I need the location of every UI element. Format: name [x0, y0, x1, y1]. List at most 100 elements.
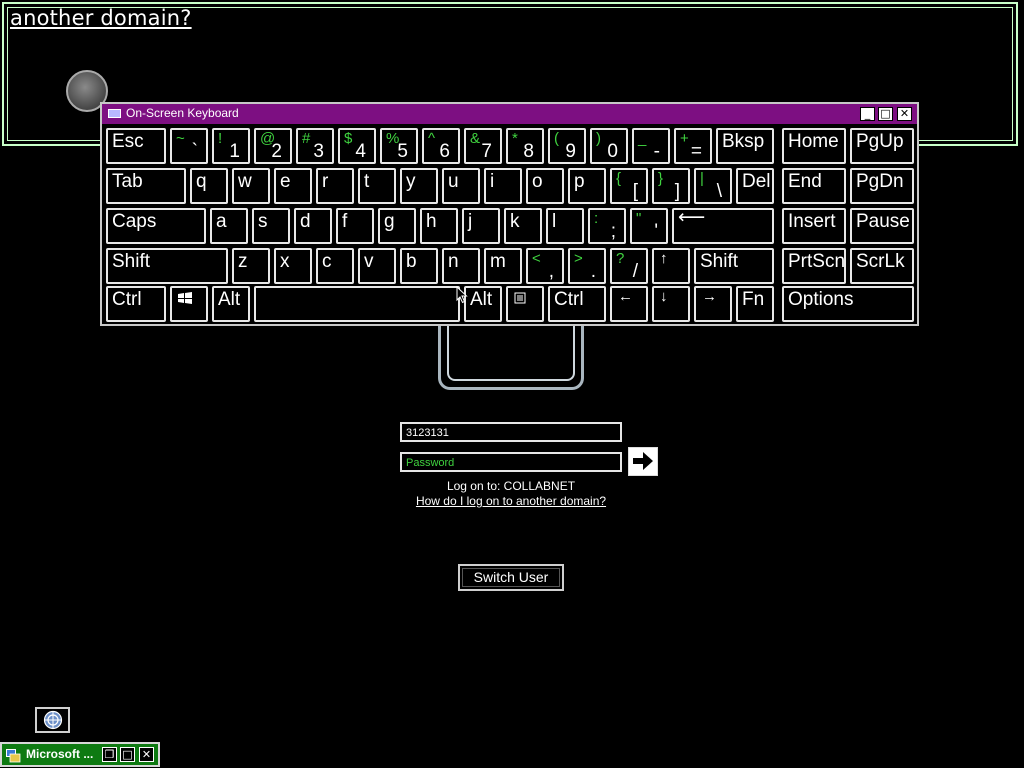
submit-arrow-button[interactable]	[628, 447, 658, 476]
key-7[interactable]: & 7	[464, 128, 502, 164]
key-pgup[interactable]: PgUp	[850, 128, 914, 164]
key-down[interactable]: ↓	[652, 286, 690, 322]
key-0[interactable]: ) 0	[590, 128, 628, 164]
osk-close-button[interactable]: ✕	[897, 107, 912, 121]
key-k[interactable]: k	[504, 208, 542, 244]
key-label: 2	[271, 141, 282, 162]
key-c[interactable]: c	[316, 248, 354, 284]
key-right-bracket[interactable]: }]	[652, 168, 690, 204]
username-field[interactable]: 3123131	[400, 422, 622, 442]
key-esc[interactable]: Esc	[106, 128, 166, 164]
key-alt-right[interactable]: Alt	[464, 286, 502, 322]
key-tab[interactable]: Tab	[106, 168, 186, 204]
key-p[interactable]: p	[568, 168, 606, 204]
key-i[interactable]: i	[484, 168, 522, 204]
key-y[interactable]: y	[400, 168, 438, 204]
key-comma[interactable]: <,	[526, 248, 564, 284]
key-quote[interactable]: " '	[630, 208, 668, 244]
key-pgdn[interactable]: PgDn	[850, 168, 914, 204]
key-9[interactable]: (9	[548, 128, 586, 164]
key-3[interactable]: #3	[296, 128, 334, 164]
key-end[interactable]: End	[782, 168, 846, 204]
key-j[interactable]: j	[462, 208, 500, 244]
key-insert[interactable]: Insert	[782, 208, 846, 244]
key-l[interactable]: l	[546, 208, 584, 244]
taskbar-restore-button[interactable]: ❐	[102, 747, 117, 762]
key-g[interactable]: g	[378, 208, 416, 244]
key-label: a	[216, 211, 227, 232]
key-left-bracket[interactable]: {[	[610, 168, 648, 204]
key-backtick[interactable]: ~ `	[170, 128, 208, 164]
key-pause[interactable]: Pause	[850, 208, 914, 244]
key-n[interactable]: n	[442, 248, 480, 284]
password-field[interactable]: Password	[400, 452, 622, 472]
key-h[interactable]: h	[420, 208, 458, 244]
key-1[interactable]: ! 1	[212, 128, 250, 164]
key-backslash[interactable]: | \	[694, 168, 732, 204]
key-up[interactable]: ↑	[652, 248, 690, 284]
key-u[interactable]: u	[442, 168, 480, 204]
key-4[interactable]: $4	[338, 128, 376, 164]
key-fn[interactable]: Fn	[736, 286, 774, 322]
key-enter[interactable]: ⟵	[672, 208, 774, 244]
key-label: Caps	[112, 211, 157, 232]
key-prtscn[interactable]: PrtScn	[782, 248, 846, 284]
key-o[interactable]: o	[526, 168, 564, 204]
key-8[interactable]: * 8	[506, 128, 544, 164]
key-caps[interactable]: Caps	[106, 208, 206, 244]
taskbar-close-button[interactable]: ✕	[139, 747, 154, 762]
key-equals[interactable]: + =	[674, 128, 712, 164]
key-5[interactable]: % 5	[380, 128, 418, 164]
taskbar-maximize-button[interactable]: □	[120, 747, 135, 762]
key-a[interactable]: a	[210, 208, 248, 244]
osk-minimize-button[interactable]: _	[860, 107, 875, 121]
key-z[interactable]: z	[232, 248, 270, 284]
key-shift-right[interactable]: Shift	[694, 248, 774, 284]
key-windows[interactable]	[170, 286, 208, 322]
key-w[interactable]: w	[232, 168, 270, 204]
key-left[interactable]: ←	[610, 286, 648, 322]
osk-titlebar[interactable]: On-Screen Keyboard _ □ ✕	[102, 104, 917, 124]
key-scrlk[interactable]: ScrLk	[850, 248, 914, 284]
key-slash[interactable]: ? /	[610, 248, 648, 284]
key-v[interactable]: v	[358, 248, 396, 284]
key-q[interactable]: q	[190, 168, 228, 204]
switch-user-button[interactable]: Switch User	[458, 564, 564, 591]
key-del[interactable]: Del	[736, 168, 774, 204]
key-menu[interactable]	[506, 286, 544, 322]
key-2[interactable]: @2	[254, 128, 292, 164]
key-shift-left[interactable]: Shift	[106, 248, 228, 284]
ease-of-access-icon	[43, 710, 63, 730]
taskbar-window-title: Microsoft ...	[26, 747, 94, 761]
key-r[interactable]: r	[316, 168, 354, 204]
key-ctrl-left[interactable]: Ctrl	[106, 286, 166, 322]
key-options[interactable]: Options	[782, 286, 914, 322]
key-ctrl-right[interactable]: Ctrl	[548, 286, 606, 322]
on-screen-keyboard-window[interactable]: On-Screen Keyboard _ □ ✕ Esc ~ ` ! 1 @2 #3…	[100, 102, 919, 326]
down-arrow-icon: ↓	[660, 288, 668, 305]
key-e[interactable]: e	[274, 168, 312, 204]
key-s[interactable]: s	[252, 208, 290, 244]
key-m[interactable]: m	[484, 248, 522, 284]
key-label: d	[300, 211, 311, 232]
key-label: y	[406, 171, 416, 192]
key-semicolon[interactable]: :;	[588, 208, 626, 244]
ease-of-access-button[interactable]	[35, 707, 70, 733]
key-right[interactable]: →	[694, 286, 732, 322]
osk-maximize-button[interactable]: □	[878, 107, 893, 121]
key-b[interactable]: b	[400, 248, 438, 284]
key-x[interactable]: x	[274, 248, 312, 284]
key-space[interactable]	[254, 286, 460, 322]
domain-help-link[interactable]: How do I log on to another domain?	[380, 494, 642, 508]
key-f[interactable]: f	[336, 208, 374, 244]
taskbar-window-item[interactable]: Microsoft ... ❐ □ ✕	[0, 742, 160, 767]
key-period[interactable]: >.	[568, 248, 606, 284]
key-6[interactable]: ^ 6	[422, 128, 460, 164]
key-d[interactable]: d	[294, 208, 332, 244]
key-home[interactable]: Home	[782, 128, 846, 164]
key-minus[interactable]: _ -	[632, 128, 670, 164]
key-t[interactable]: t	[358, 168, 396, 204]
key-alt-left[interactable]: Alt	[212, 286, 250, 322]
key-label: v	[364, 251, 374, 272]
key-backspace[interactable]: Bksp	[716, 128, 774, 164]
